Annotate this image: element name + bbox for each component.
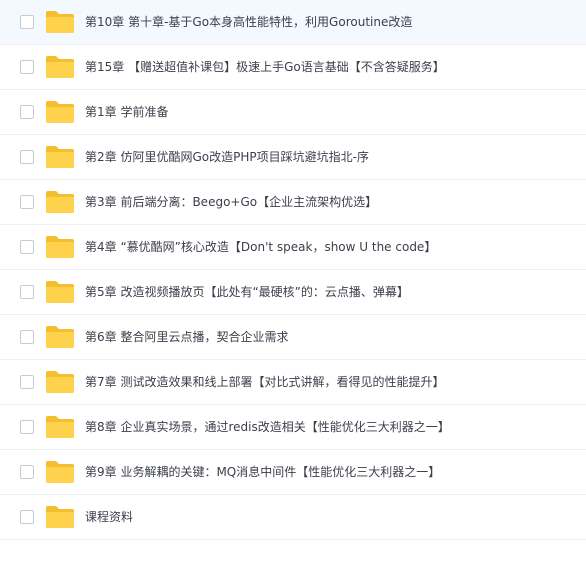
- list-item[interactable]: 第9章 业务解耦的关键：MQ消息中间件【性能优化三大利器之一】: [0, 450, 586, 495]
- row-checkbox[interactable]: [20, 195, 34, 209]
- list-item[interactable]: 第6章 整合阿里云点播，契合企业需求: [0, 315, 586, 360]
- folder-icon: [45, 280, 75, 304]
- row-checkbox[interactable]: [20, 510, 34, 524]
- folder-name[interactable]: 第9章 业务解耦的关键：MQ消息中间件【性能优化三大利器之一】: [85, 464, 440, 480]
- list-item[interactable]: 第3章 前后端分离：Beego+Go【企业主流架构优选】: [0, 180, 586, 225]
- folder-icon: [45, 370, 75, 394]
- row-checkbox[interactable]: [20, 285, 34, 299]
- row-checkbox[interactable]: [20, 375, 34, 389]
- folder-name[interactable]: 第3章 前后端分离：Beego+Go【企业主流架构优选】: [85, 194, 377, 210]
- row-checkbox[interactable]: [20, 105, 34, 119]
- row-checkbox[interactable]: [20, 15, 34, 29]
- folder-name[interactable]: 第5章 改造视频播放页【此处有“最硬核”的：云点播、弹幕】: [85, 284, 409, 300]
- list-item[interactable]: 第2章 仿阿里优酷网Go改造PHP项目踩坑避坑指北-序: [0, 135, 586, 180]
- folder-icon: [45, 415, 75, 439]
- row-checkbox[interactable]: [20, 420, 34, 434]
- list-item[interactable]: 课程资料: [0, 495, 586, 540]
- row-checkbox[interactable]: [20, 150, 34, 164]
- folder-icon: [45, 460, 75, 484]
- list-item[interactable]: 第7章 测试改造效果和线上部署【对比式讲解，看得见的性能提升】: [0, 360, 586, 405]
- folder-icon: [45, 325, 75, 349]
- list-item[interactable]: 第5章 改造视频播放页【此处有“最硬核”的：云点播、弹幕】: [0, 270, 586, 315]
- list-item[interactable]: 第10章 第十章-基于Go本身高性能特性，利用Goroutine改造: [0, 0, 586, 45]
- list-item[interactable]: 第15章 【赠送超值补课包】极速上手Go语言基础【不含答疑服务】: [0, 45, 586, 90]
- folder-icon: [45, 145, 75, 169]
- folder-icon: [45, 190, 75, 214]
- folder-name[interactable]: 第8章 企业真实场景，通过redis改造相关【性能优化三大利器之一】: [85, 419, 450, 435]
- folder-icon: [45, 55, 75, 79]
- folder-icon: [45, 235, 75, 259]
- list-item[interactable]: 第4章 “慕优酷网”核心改造【Don't speak，show U the co…: [0, 225, 586, 270]
- row-checkbox[interactable]: [20, 330, 34, 344]
- folder-icon: [45, 100, 75, 124]
- folder-name[interactable]: 课程资料: [85, 509, 133, 525]
- folder-name[interactable]: 第1章 学前准备: [85, 104, 168, 120]
- folder-icon: [45, 10, 75, 34]
- folder-name[interactable]: 第6章 整合阿里云点播，契合企业需求: [85, 329, 288, 345]
- list-item[interactable]: 第1章 学前准备: [0, 90, 586, 135]
- folder-name[interactable]: 第2章 仿阿里优酷网Go改造PHP项目踩坑避坑指北-序: [85, 149, 369, 165]
- folder-name[interactable]: 第15章 【赠送超值补课包】极速上手Go语言基础【不含答疑服务】: [85, 59, 445, 75]
- row-checkbox[interactable]: [20, 465, 34, 479]
- row-checkbox[interactable]: [20, 60, 34, 74]
- folder-icon: [45, 505, 75, 529]
- list-item[interactable]: 第8章 企业真实场景，通过redis改造相关【性能优化三大利器之一】: [0, 405, 586, 450]
- folder-name[interactable]: 第10章 第十章-基于Go本身高性能特性，利用Goroutine改造: [85, 14, 412, 30]
- folder-name[interactable]: 第4章 “慕优酷网”核心改造【Don't speak，show U the co…: [85, 239, 436, 255]
- folder-name[interactable]: 第7章 测试改造效果和线上部署【对比式讲解，看得见的性能提升】: [85, 374, 444, 390]
- row-checkbox[interactable]: [20, 240, 34, 254]
- file-list: 第10章 第十章-基于Go本身高性能特性，利用Goroutine改造 第15章 …: [0, 0, 586, 564]
